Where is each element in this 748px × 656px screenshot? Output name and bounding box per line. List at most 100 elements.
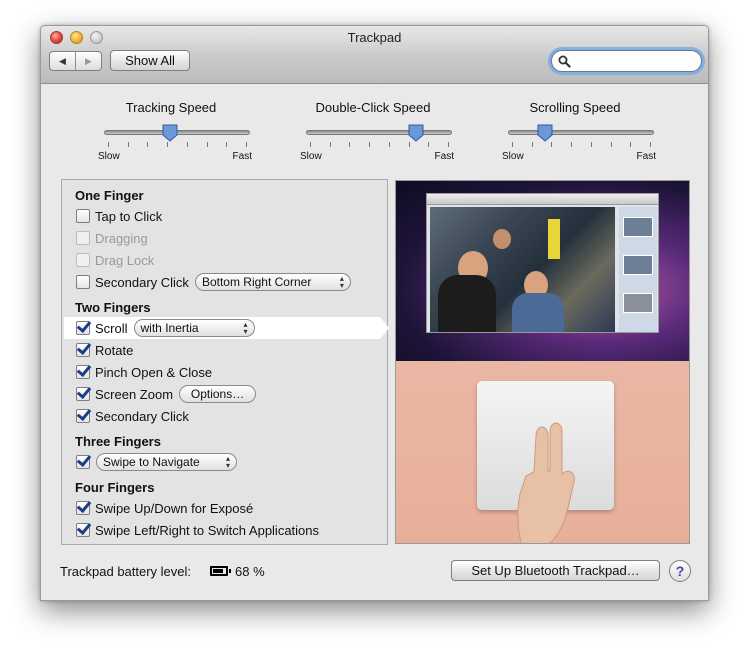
title-bar: Trackpad ◀ ▶ Show All: [41, 26, 708, 84]
popup-value: Swipe to Navigate: [103, 455, 200, 469]
navigate-row: Swipe to Navigate ▴ ▾: [76, 453, 237, 471]
four-fingers-heading: Four Fingers: [75, 480, 155, 495]
battery-icon: [210, 566, 231, 576]
navigate-checkbox[interactable]: [76, 455, 90, 469]
slider-tick: [448, 142, 449, 147]
switch-apps-row[interactable]: Swipe Left/Right to Switch Applications: [76, 521, 319, 539]
slider-ticks: [310, 142, 449, 148]
popup-value: Bottom Right Corner: [201, 275, 312, 289]
trackpad-window: Trackpad ◀ ▶ Show All Tracking Speed Slo…: [40, 25, 709, 601]
slider-tick: [512, 142, 513, 147]
popup-arrows-icon: ▴ ▾: [225, 454, 230, 470]
slider-tick: [388, 142, 390, 147]
search-icon: [558, 55, 571, 68]
secondary-click-corner-popup[interactable]: Bottom Right Corner ▴ ▾: [194, 273, 351, 291]
preview-toolbar: [427, 194, 658, 205]
scroll-inertia-popup[interactable]: with Inertia ▴ ▾: [133, 319, 255, 337]
dragging-checkbox: [76, 231, 90, 245]
slider-ticks: [512, 142, 651, 148]
slider-title: Scrolling Speed: [529, 100, 621, 115]
slider-tick: [310, 142, 311, 147]
slider-thumb[interactable]: [408, 124, 424, 142]
screen-zoom-label: Screen Zoom: [95, 386, 174, 402]
rotate-checkbox[interactable]: [76, 343, 90, 357]
slider-tick: [571, 142, 573, 147]
slider-max-label: Fast: [232, 151, 252, 162]
preview-sign: [548, 219, 560, 259]
back-arrow-icon[interactable]: ◀: [50, 52, 75, 70]
gesture-preview-video: [395, 180, 690, 544]
preview-app-window: [426, 193, 659, 333]
secondary-click-checkbox[interactable]: [76, 409, 90, 423]
two-finger-secondary-click-row[interactable]: Secondary Click: [76, 407, 189, 425]
slider-tick: [408, 142, 410, 147]
preview-sidebar: [619, 207, 657, 332]
slider-min-label: Slow: [502, 151, 524, 162]
two-fingers-heading: Two Fingers: [75, 300, 151, 315]
tap-to-click-checkbox[interactable]: [76, 209, 90, 223]
tap-to-click-row[interactable]: Tap to Click: [76, 207, 162, 225]
slider-tick: [428, 142, 430, 147]
three-fingers-heading: Three Fingers: [75, 434, 161, 449]
swipe-to-navigate-popup[interactable]: Swipe to Navigate ▴ ▾: [96, 453, 237, 471]
slider-title: Tracking Speed: [125, 100, 217, 115]
back-forward-control: ◀ ▶: [49, 51, 102, 71]
forward-arrow-icon[interactable]: ▶: [75, 52, 101, 70]
slider-track[interactable]: [508, 130, 654, 135]
screen-zoom-options-button[interactable]: Options…: [179, 385, 257, 403]
slider-tick: [369, 142, 371, 147]
tap-to-click-label: Tap to Click: [95, 208, 163, 224]
show-all-button[interactable]: Show All: [110, 50, 190, 71]
expose-row[interactable]: Swipe Up/Down for Exposé: [76, 499, 253, 517]
slider-tick: [630, 142, 632, 147]
rotate-row[interactable]: Rotate: [76, 341, 133, 359]
scroll-label: Scroll: [95, 320, 128, 336]
dragging-row: Dragging: [76, 229, 148, 247]
slider-max-label: Fast: [434, 151, 454, 162]
popup-arrows-icon: ▴ ▾: [243, 320, 248, 336]
one-finger-heading: One Finger: [75, 188, 144, 203]
expose-label: Swipe Up/Down for Exposé: [95, 500, 254, 516]
slider-thumb[interactable]: [537, 124, 553, 142]
pinch-label: Pinch Open & Close: [95, 364, 213, 380]
slider-tick: [610, 142, 612, 147]
scroll-checkbox[interactable]: [76, 321, 90, 335]
pinch-checkbox[interactable]: [76, 365, 90, 379]
slider-title: Double-Click Speed: [315, 100, 431, 115]
slider-min-label: Slow: [98, 151, 120, 162]
preview-thumbnail: [623, 217, 653, 237]
slider-thumb[interactable]: [162, 124, 178, 142]
secondary-click-label: Secondary Click: [95, 274, 189, 290]
setup-bluetooth-trackpad-button[interactable]: Set Up Bluetooth Trackpad…: [451, 560, 660, 581]
pinch-row[interactable]: Pinch Open & Close: [76, 363, 212, 381]
tracking-speed-slider: Tracking Speed Slow Fast: [96, 100, 252, 162]
double-click-speed-slider: Double-Click Speed Slow Fast: [298, 100, 454, 162]
preview-face: [493, 229, 511, 249]
scrolling-speed-slider: Scrolling Speed Slow Fast: [500, 100, 656, 162]
switch-apps-label: Swipe Left/Right to Switch Applications: [95, 522, 320, 538]
screen-zoom-checkbox[interactable]: [76, 387, 90, 401]
rotate-label: Rotate: [95, 342, 134, 358]
preview-figure: [512, 293, 564, 332]
battery-level-value: 68 %: [235, 564, 265, 579]
slider-track[interactable]: [306, 130, 452, 135]
dragging-label: Dragging: [95, 230, 148, 246]
help-icon[interactable]: ?: [669, 560, 691, 582]
switch-apps-checkbox[interactable]: [76, 523, 90, 537]
slider-tick: [186, 142, 188, 147]
preview-thumbnail: [623, 293, 653, 313]
expose-checkbox[interactable]: [76, 501, 90, 515]
slider-tick: [551, 142, 553, 147]
preview-trackpad-scene: [396, 361, 689, 543]
popup-arrows-icon: ▴ ▾: [339, 274, 344, 290]
search-input[interactable]: [551, 50, 702, 72]
hand-icon: [517, 422, 575, 543]
slider-max-label: Fast: [636, 151, 656, 162]
secondary-click-label: Secondary Click: [95, 408, 189, 424]
drag-lock-row: Drag Lock: [76, 251, 154, 269]
slider-tick: [226, 142, 228, 147]
drag-lock-checkbox: [76, 253, 90, 267]
secondary-click-checkbox[interactable]: [76, 275, 90, 289]
slider-min-label: Slow: [300, 151, 322, 162]
screen-zoom-row: Screen Zoom Options…: [76, 385, 257, 403]
